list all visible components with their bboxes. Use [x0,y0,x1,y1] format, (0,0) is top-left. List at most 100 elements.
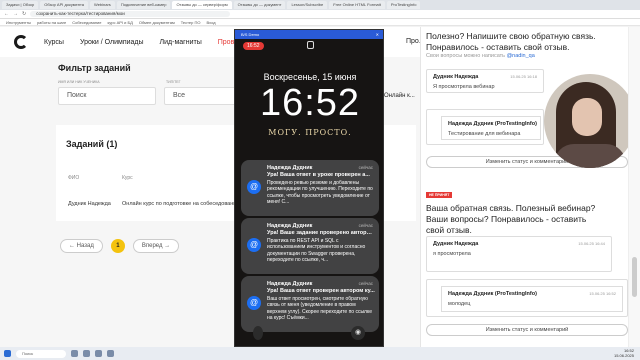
col-name-header: ФИО [68,175,80,181]
next-page-button[interactable]: Вперед → [132,239,180,253]
app-icon[interactable] [71,350,78,357]
notification-time: сейчас [358,223,373,228]
reload-icon[interactable]: ↻ [22,11,26,17]
lock-date: Воскресенье, 15 июня [263,72,357,82]
app-icon[interactable] [107,350,114,357]
site-logo-icon[interactable] [14,35,28,49]
app-at-icon: @ [247,238,261,252]
task-row-course[interactable]: Онлайн курс по подготовке на собеседован… [122,201,242,207]
prev-page-button[interactable]: ← Назад [60,239,103,253]
taskbar: Поиск 16:52 15.06.2025 [0,347,640,360]
close-icon[interactable]: ✕ [376,30,379,39]
notification-card[interactable]: @ Надежда Дудник сейчас Ура! Ваше задани… [241,218,379,274]
app-at-icon: @ [247,296,261,310]
browser-tab[interactable]: Задачи | Обзор [2,1,39,9]
comment-author: Дудник Надежда [433,241,479,247]
url-field[interactable]: сохранить-как-тестерка/тестирования/мои [30,11,231,17]
reply-inner: Надежда Дудник (ProTestingInfo) 15.06.25… [441,286,623,312]
notification-title: Надежда Дудник [267,281,313,287]
start-icon[interactable] [4,350,11,357]
notification-card[interactable]: @ Надежда Дудник сейчас Ура! Ваша ответ … [241,276,379,332]
filter-title: Фильтр заданий [58,63,131,73]
notification-card[interactable]: @ Надежда Дудник сейчас Ура! Ваша ответ … [241,160,379,216]
browser-tab[interactable]: Подключение веб-камер [116,1,171,9]
nav-lessons[interactable]: Уроки / Олимпиады [80,39,144,46]
bookmark[interactable]: Вход [206,20,215,25]
bookmark[interactable]: Инструменты [6,20,31,25]
notification-subtitle: Ура! Ваше задание проверено автором к... [267,230,375,236]
address-bar: ← → ↻ сохранить-как-тестерка/тестировани… [0,10,640,19]
notification-body: Проведено ревью резюме и добавлены реком… [267,180,373,206]
wallpaper-motto: МОГУ. ПРОСТО. [268,128,352,137]
lock-icon [307,41,314,49]
feedback-heading: Полезно? Напишите свою обратную связь. П… [426,31,596,52]
phone-mirror-window: B/S Demo ✕ 16:52 Воскресенье, 15 июня 16… [234,29,384,347]
page-number[interactable]: 1 [110,239,125,253]
browser-tab[interactable]: Отзывы до — документ [233,1,286,9]
browser-tab[interactable]: Webinars [89,1,115,9]
reply-text: Тестирование для вебинара [448,131,521,137]
taskbar-search[interactable]: Поиск [16,349,66,358]
browser-tab-bar: Задачи | Обзор Обзор API документа Webin… [0,0,640,10]
online-filter[interactable]: Онлайн к... [384,93,415,99]
app-icon[interactable] [83,350,90,357]
bookmark[interactable]: курс API и БД [108,20,133,25]
forward-icon[interactable]: → [13,11,18,17]
notification-time: сейчас [358,281,373,286]
notification-subtitle: Ура! Ваша ответ проверен автором ку... [267,288,375,294]
search-input[interactable]: Поиск [58,87,156,105]
tasks-title: Заданий (1) [66,139,118,149]
app-at-icon: @ [247,180,261,194]
notification-time: сейчас [358,165,373,170]
col-course-header: Курс [122,175,133,181]
taskbar-clock: 16:52 15.06.2025 [613,348,634,358]
phone-window-titlebar: B/S Demo ✕ [235,30,383,39]
nav-leadmagnets[interactable]: Лид-магниты [160,39,202,46]
reply-author: Надежда Дудник (ProTestingInfo) [448,291,537,297]
reply-author: Надежда Дудник (ProTestingInfo) [448,121,537,127]
name-filter-label: Имя или ник ученика [58,80,100,84]
notification-body: Ваш ответ просмотрен, смотрите обратную … [267,296,372,322]
comment-card: Дудник Надежда 15.06.25 16:44 я просмотр… [426,236,612,272]
browser-tab[interactable]: ProTestingInfo [386,1,421,9]
browser-tab[interactable]: Lesson/Subscribe [287,1,328,9]
reply-time: 15.06.25 16:52 [589,291,616,296]
nav-courses[interactable]: Курсы [44,39,64,46]
comment-author: Дудник Надежда [433,74,479,80]
scrollbar[interactable] [628,27,640,347]
comment-card: Дудник Надежда 15.06.25 16:18 Я просмотр… [426,69,544,93]
flashlight-icon[interactable] [253,326,263,340]
feedback-panel: Полезно? Напишите свою обратную связь. П… [420,27,640,347]
type-filter-label: Тип/Тег [166,80,181,84]
notification-title: Надежда Дудник [267,223,313,229]
bookmark[interactable]: Обмен документам [139,20,175,25]
comment-time: 15.06.25 16:44 [578,241,605,246]
webcam-person-face [572,98,602,136]
bookmarks-bar: Инструменты работы на шаге Собеседование… [0,19,640,26]
comment-text: Я просмотрела вебинар [433,84,495,90]
contact-link[interactable]: @nadin_qa [507,53,535,59]
task-row-name[interactable]: Дудник Надежда [68,201,111,207]
browser-tab[interactable]: Free Online HTML Formatt [329,1,385,9]
app-icon[interactable] [95,350,102,357]
camera-icon[interactable]: ◉ [351,326,365,340]
notification-body: Практика по REST API и SQL с использован… [267,238,366,264]
reply-card: Надежда Дудник (ProTestingInfo) 15.06.25… [426,279,628,317]
pagination: ← Назад 1 Вперед → [60,239,180,253]
notification-title: Надежда Дудник [267,165,313,171]
change-status-button[interactable]: Изменить статус и комментарий [426,324,628,336]
reply-inner: Надежда Дудник (ProTestingInfo) Тестиров… [441,116,541,140]
webcam-overlay [544,74,636,168]
bookmark[interactable]: Собеседование [72,20,101,25]
browser-tab-active[interactable]: Отзывы до — сервер/форм [172,1,232,9]
feedback-heading: Ваша обратная связь. Полезный вебинар? В… [426,203,596,235]
webcam-person-body [554,144,626,168]
browser-tab[interactable]: Обзор API документа [40,1,88,9]
scrollbar-thumb[interactable] [632,257,637,297]
bookmark[interactable]: Тестер ПО [181,20,201,25]
status-badge: НЕ ПРИНЯТ [426,192,453,198]
reply-text: молодец [448,301,471,307]
back-icon[interactable]: ← [4,11,9,17]
bookmark[interactable]: работы на шаге [37,20,66,25]
reply-card: Надежда Дудник (ProTestingInfo) Тестиров… [426,109,544,145]
